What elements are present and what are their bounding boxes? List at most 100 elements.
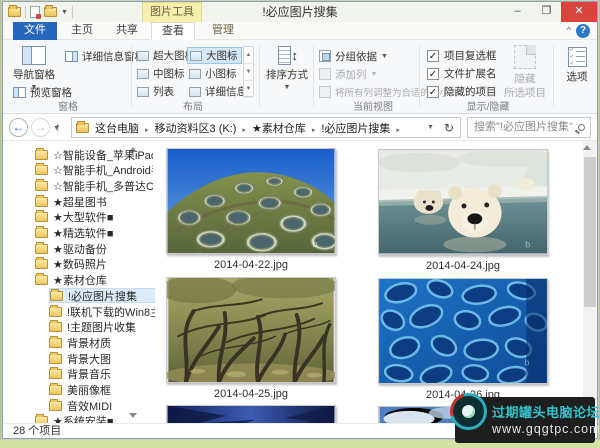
folder-icon xyxy=(50,289,63,301)
view-extra-large-icons[interactable]: 超大图标 xyxy=(135,47,195,64)
app-folder-icon[interactable] xyxy=(8,5,21,17)
window-controls: – ❐ ✕ xyxy=(503,2,597,22)
tab-view[interactable]: 查看 xyxy=(151,22,195,40)
quick-access-toolbar: ▼ xyxy=(8,4,73,20)
checkbox-checked-icon[interactable]: ✓ xyxy=(427,85,439,98)
breadcrumb-separator-icon[interactable]: ▸ xyxy=(139,127,155,134)
breadcrumb-item[interactable]: ★素材仓库 xyxy=(252,123,306,135)
svg-text:b: b xyxy=(313,239,318,249)
content-scrollbar[interactable] xyxy=(583,141,597,425)
refresh-icon[interactable]: ↻ xyxy=(444,121,454,135)
sidebar-item-label: !必应图片搜集 xyxy=(68,290,138,303)
tab-home[interactable]: 主页 xyxy=(61,22,103,40)
sidebar-item[interactable]: 美丽像框 xyxy=(49,383,155,398)
folder-icon xyxy=(49,320,62,333)
sidebar-item[interactable]: 背景大图 xyxy=(49,351,155,366)
sidebar-item[interactable]: ☆智能手机_多普达CH xyxy=(35,178,153,193)
sidebar-item[interactable]: !主题图片收集 xyxy=(49,320,155,335)
file-name[interactable]: 2014-04-25.jpg xyxy=(156,388,346,400)
thumbnail-coral-image[interactable]: b xyxy=(378,278,548,384)
address-bar[interactable]: 这台电脑 ▸ 移动资料区3 (K:) ▸ ★素材仓库 ▸ !必应图片搜集 ▸ ▼ ↻ xyxy=(71,117,461,138)
sidebar-item[interactable]: 背景材质 xyxy=(49,335,155,350)
picture-tools-tab[interactable]: 图片工具 xyxy=(142,2,202,22)
breadcrumb-separator-icon[interactable]: ▸ xyxy=(236,127,252,134)
scroll-up-icon[interactable] xyxy=(583,145,591,150)
new-folder-icon[interactable] xyxy=(44,5,57,17)
thumbnail-night-sky-image[interactable] xyxy=(166,405,336,425)
checkbox-checked-icon[interactable]: ✓ xyxy=(427,49,439,62)
file-item[interactable]: b 2014-04-22.jpg xyxy=(156,148,346,271)
breadcrumb-item[interactable]: !必应图片搜集 xyxy=(321,123,390,135)
view-large-icons[interactable]: 大图标 xyxy=(187,47,242,64)
large-icons-icon xyxy=(190,50,202,61)
sidebar-item[interactable]: ★驱动备份 xyxy=(35,241,153,256)
breadcrumb-item[interactable]: 移动资料区3 (K:) xyxy=(155,123,237,135)
breadcrumb-separator-icon[interactable]: ▸ xyxy=(306,127,322,134)
item-checkboxes-option[interactable]: ✓ 项目复选框 xyxy=(427,48,497,63)
gallery-up-icon[interactable]: ▲ xyxy=(244,47,253,64)
sidebar-item[interactable]: ★超星图书 xyxy=(35,194,153,209)
gallery-more-icon[interactable]: ▼ xyxy=(244,81,253,98)
address-bar-row: ← → ▼ ↑ 这台电脑 ▸ 移动资料区3 (K:) ▸ ★素材仓库 ▸ !必应图片搜集 ▸ … xyxy=(3,114,597,141)
folder-icon xyxy=(35,210,48,223)
scrollbar-thumb[interactable] xyxy=(584,157,596,307)
file-name[interactable]: 2014-04-24.jpg xyxy=(368,260,558,272)
help-icon[interactable]: ? xyxy=(576,24,590,38)
breadcrumb: 这台电脑 ▸ 移动资料区3 (K:) ▸ ★素材仓库 ▸ !必应图片搜集 ▸ xyxy=(95,120,406,136)
sidebar-item[interactable]: ★数码照片 xyxy=(35,257,153,272)
minimize-button[interactable]: – xyxy=(503,2,532,22)
sidebar-item[interactable]: !联机下载的Win8主 xyxy=(49,304,155,319)
details-pane-icon xyxy=(65,50,78,62)
sidebar-item[interactable]: ☆智能设备_苹果iPad3 xyxy=(35,147,153,162)
chevron-down-icon: ▼ xyxy=(283,84,291,91)
sidebar-item[interactable]: 音效MIDI xyxy=(49,398,155,413)
tab-file[interactable]: 文件 xyxy=(13,22,57,40)
gallery-down-icon[interactable]: ▼ xyxy=(244,64,253,81)
file-item[interactable] xyxy=(156,405,346,425)
folder-icon xyxy=(49,304,62,317)
folder-icon xyxy=(49,367,62,380)
sidebar-item[interactable]: ★大型软件■ xyxy=(35,210,153,225)
view-medium-icons[interactable]: 中图标 xyxy=(135,65,190,82)
address-dropdown-icon[interactable]: ▼ xyxy=(427,124,434,131)
options-button[interactable]: 选项 xyxy=(560,47,594,84)
group-by-button[interactable]: 分组依据 ▼ xyxy=(319,48,388,64)
watermark-url: www.gqgtpc.com xyxy=(492,422,600,436)
tab-manage[interactable]: 管理 xyxy=(199,22,247,40)
folder-icon xyxy=(49,398,62,411)
properties-icon[interactable] xyxy=(30,6,41,19)
back-button[interactable]: ← xyxy=(9,118,28,137)
qat-dropdown-icon[interactable]: ▼ xyxy=(61,9,68,16)
file-name[interactable]: 2014-04-22.jpg xyxy=(156,259,346,271)
add-columns-icon xyxy=(319,68,331,80)
up-button[interactable]: ↑ xyxy=(55,120,61,134)
layout-gallery-scroll[interactable]: ▲ ▼ ▼ xyxy=(243,46,254,98)
divider xyxy=(131,45,132,107)
sidebar-item[interactable]: ★精选软件■ xyxy=(35,226,153,241)
breadcrumb-item[interactable]: 这台电脑 xyxy=(95,123,139,135)
hidden-items-option[interactable]: ✓ 隐藏的项目 xyxy=(427,84,497,99)
file-item[interactable]: 2014-04-25.jpg xyxy=(156,277,346,400)
file-extensions-option[interactable]: ✓ 文件扩展名 xyxy=(427,66,497,81)
breadcrumb-separator-icon[interactable]: ▸ xyxy=(390,127,406,134)
thumbnail-forest-image[interactable] xyxy=(166,277,336,383)
thumbnail-polar-bear-image[interactable]: b xyxy=(378,149,548,255)
search-input[interactable]: 搜索"!必应图片搜集" xyxy=(467,117,591,138)
file-item[interactable]: b 2014-04-26.jpg xyxy=(368,278,558,401)
checkbox-checked-icon[interactable]: ✓ xyxy=(427,67,439,80)
file-item[interactable]: b 2014-04-24.jpg xyxy=(368,149,558,272)
sidebar-item[interactable]: ☆智能手机_Android手 xyxy=(35,163,153,178)
folder-icon xyxy=(35,257,48,270)
details-pane-button[interactable]: 详细信息窗格 xyxy=(65,48,145,64)
sidebar-item[interactable]: 背景音乐 xyxy=(49,367,155,382)
sidebar-item-selected[interactable]: !必应图片搜集 xyxy=(49,288,155,304)
maximize-button[interactable]: ❐ xyxy=(532,2,561,22)
sort-by-button[interactable]: ↕ 排序方式 ▼ xyxy=(265,46,309,91)
tab-share[interactable]: 共享 xyxy=(106,22,148,40)
folder-icon xyxy=(49,335,62,348)
close-button[interactable]: ✕ xyxy=(561,2,597,22)
thumbnail-green-roof-image[interactable]: b xyxy=(166,148,336,254)
view-small-icons[interactable]: 小图标 xyxy=(187,65,242,82)
collapse-ribbon-icon[interactable]: ^ xyxy=(567,25,571,35)
sidebar-item[interactable]: ★素材仓库 xyxy=(35,273,153,288)
